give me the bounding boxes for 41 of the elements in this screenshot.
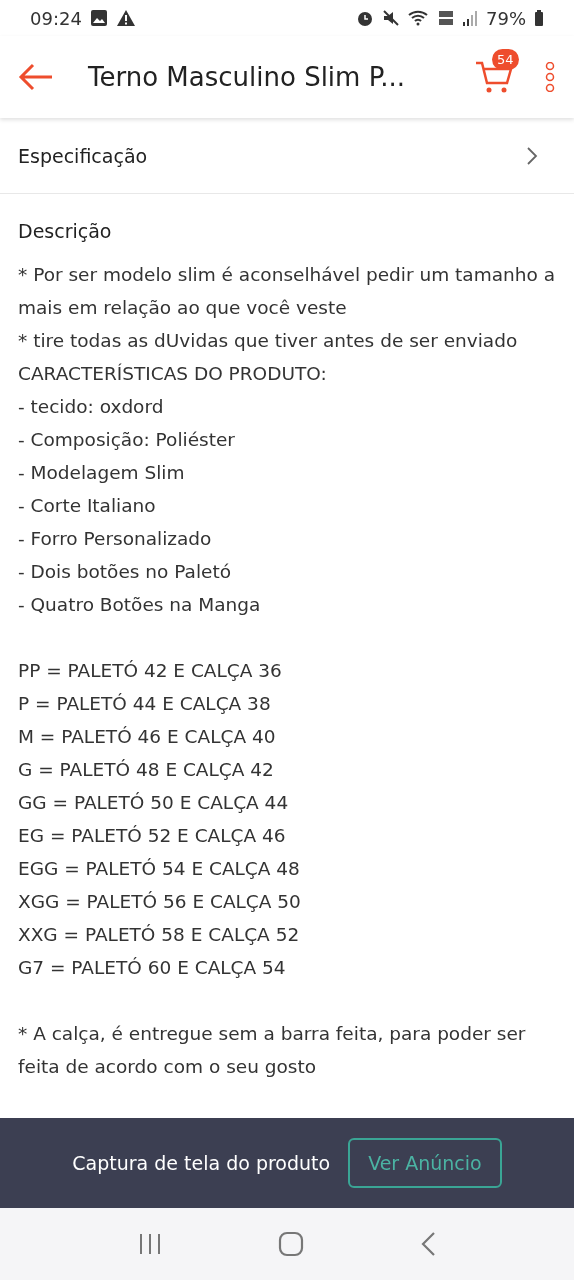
description-text: * tire todas as dUvidas que tiver antes de ser enviado: [18, 329, 519, 353]
description-text: EGG = PALETÓ 54 E CALÇA 48: [18, 857, 301, 881]
description-title: Descrição: [18, 220, 113, 242]
warning-icon: [115, 9, 136, 27]
view-listing-button[interactable]: Ver Anúncio: [348, 1138, 502, 1188]
clock-time: 09:24: [30, 7, 82, 29]
description-text: XGG = PALETÓ 56 E CALÇA 50: [18, 890, 302, 914]
description-text: - tecido: oxdord: [18, 395, 165, 419]
description-text: * Por ser modelo slim é aconselhável pedir um tamanho a mais em relação ao que você veste: [18, 263, 556, 320]
cart-count-badge: 54: [492, 49, 519, 70]
back-arrow-icon[interactable]: [18, 63, 54, 91]
description-text: PP = PALETÓ 42 E CALÇA 36: [18, 659, 283, 683]
description-text: CARACTERÍSTICAS DO PRODUTO:: [18, 362, 328, 386]
description-text: - Dois botões no Paletó: [18, 560, 232, 584]
description-text: M = PALETÓ 46 E CALÇA 40: [18, 725, 277, 749]
recent-apps-icon[interactable]: [138, 1232, 162, 1256]
mute-icon: [382, 9, 400, 27]
screenshot-caption: Captura de tela do produto: [72, 1152, 331, 1174]
description-text: GG = PALETÓ 50 E CALÇA 44: [18, 791, 290, 815]
description-text: EG = PALETÓ 52 E CALÇA 46: [18, 824, 287, 848]
chevron-right-icon: [526, 145, 538, 166]
description-text: * A calça, é entregue sem a barra feita, para poder ser feita de acordo com o seu gosto: [18, 1022, 527, 1079]
specification-label[interactable]: Especificação: [18, 144, 148, 167]
wifi-icon: [408, 9, 430, 27]
description-text: - Forro Personalizado: [18, 527, 213, 551]
description-text: - Corte Italiano: [18, 494, 157, 518]
description-text: XXG = PALETÓ 58 E CALÇA 52: [18, 923, 301, 947]
description-text: P = PALETÓ 44 E CALÇA 38: [18, 692, 272, 716]
description-text: G7 = PALETÓ 60 E CALÇA 54: [18, 956, 287, 980]
image-icon: [89, 9, 108, 27]
description-text: G = PALETÓ 48 E CALÇA 42: [18, 758, 275, 782]
battery-percent: 79%: [486, 7, 526, 29]
signal-icon: [462, 9, 478, 27]
battery-icon: [534, 9, 544, 27]
description-text: - Quatro Botões na Manga: [18, 593, 262, 617]
more-options-icon[interactable]: [544, 62, 556, 92]
back-icon[interactable]: [420, 1231, 436, 1257]
home-icon[interactable]: [278, 1231, 304, 1257]
product-title: Terno Masculino Slim P...: [88, 62, 407, 92]
description-text: - Composição: Poliéster: [18, 428, 236, 452]
description-text: - Modelagem Slim: [18, 461, 186, 485]
